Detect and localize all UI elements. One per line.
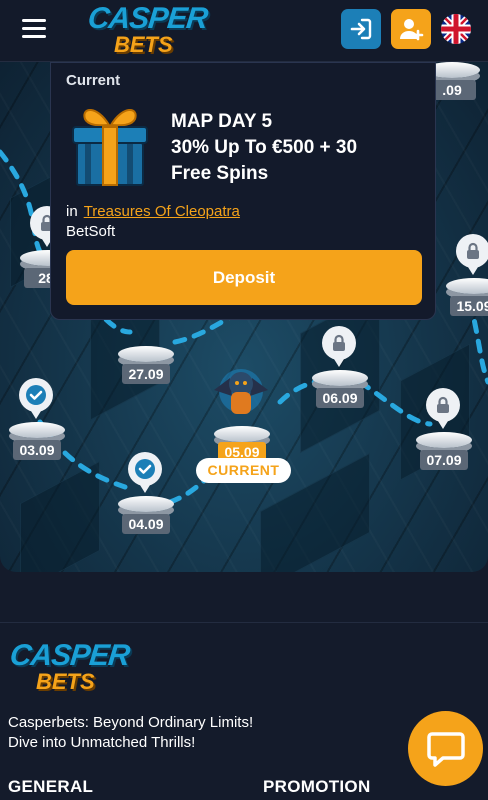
chat-button[interactable] — [408, 711, 483, 786]
current-label: Current — [66, 72, 121, 89]
node-date: 04.09 — [122, 514, 170, 534]
check-icon — [19, 378, 53, 419]
game-provider: BetSoft — [66, 223, 116, 240]
node-date: 15.09 — [450, 296, 488, 316]
user-plus-icon — [400, 19, 424, 41]
uk-flag-icon[interactable] — [441, 14, 471, 44]
lock-icon — [426, 388, 460, 429]
lock-icon — [456, 234, 488, 275]
menu-icon[interactable] — [22, 19, 46, 41]
footer: CASPER BETS Casperbets: Beyond Ordinary … — [0, 622, 488, 800]
game-link[interactable]: Treasures Of Cleopatra — [84, 203, 240, 220]
map-node-04-09[interactable]: 04.09 — [114, 452, 178, 542]
footer-heading-general[interactable]: GENERAL — [8, 777, 93, 797]
map-node-03-09[interactable]: 03.09 — [5, 378, 69, 468]
deposit-button[interactable]: Deposit — [66, 250, 422, 305]
node-date: 27.09 — [122, 364, 170, 384]
map-node-06-09[interactable]: 06.09 — [308, 326, 372, 416]
signup-button[interactable] — [391, 9, 431, 49]
chat-bubble-icon — [426, 731, 465, 767]
check-icon — [128, 452, 162, 493]
lock-icon — [322, 326, 356, 367]
node-date: 06.09 — [316, 388, 364, 408]
footer-heading-promotion[interactable]: PROMOTION — [263, 777, 371, 797]
gift-icon — [67, 99, 153, 189]
casper-bets-logo[interactable]: CASPER BETS — [86, 2, 208, 58]
current-tag: CURRENT — [196, 458, 291, 483]
promo-title: MAP DAY 5 30% Up To €500 + 30 Free Spins — [171, 111, 358, 184]
footer-logo[interactable]: CASPER BETS — [8, 639, 130, 697]
top-header: CASPER BETS — [0, 0, 488, 62]
map-node-15-09[interactable]: 15.09 — [442, 234, 488, 324]
game-line: in Treasures Of Cleopatra — [66, 203, 240, 220]
node-date: 07.09 — [420, 450, 468, 470]
login-icon — [350, 18, 372, 40]
node-date: 03.09 — [13, 440, 61, 460]
promo-popup: Current MAP DAY 5 30% Up To €500 + 30 Fr… — [50, 62, 436, 320]
footer-tagline: Casperbets: Beyond Ordinary Limits! Dive… — [8, 714, 254, 751]
login-button[interactable] — [341, 9, 381, 49]
map-node-07-09[interactable]: 07.09 — [412, 388, 476, 478]
